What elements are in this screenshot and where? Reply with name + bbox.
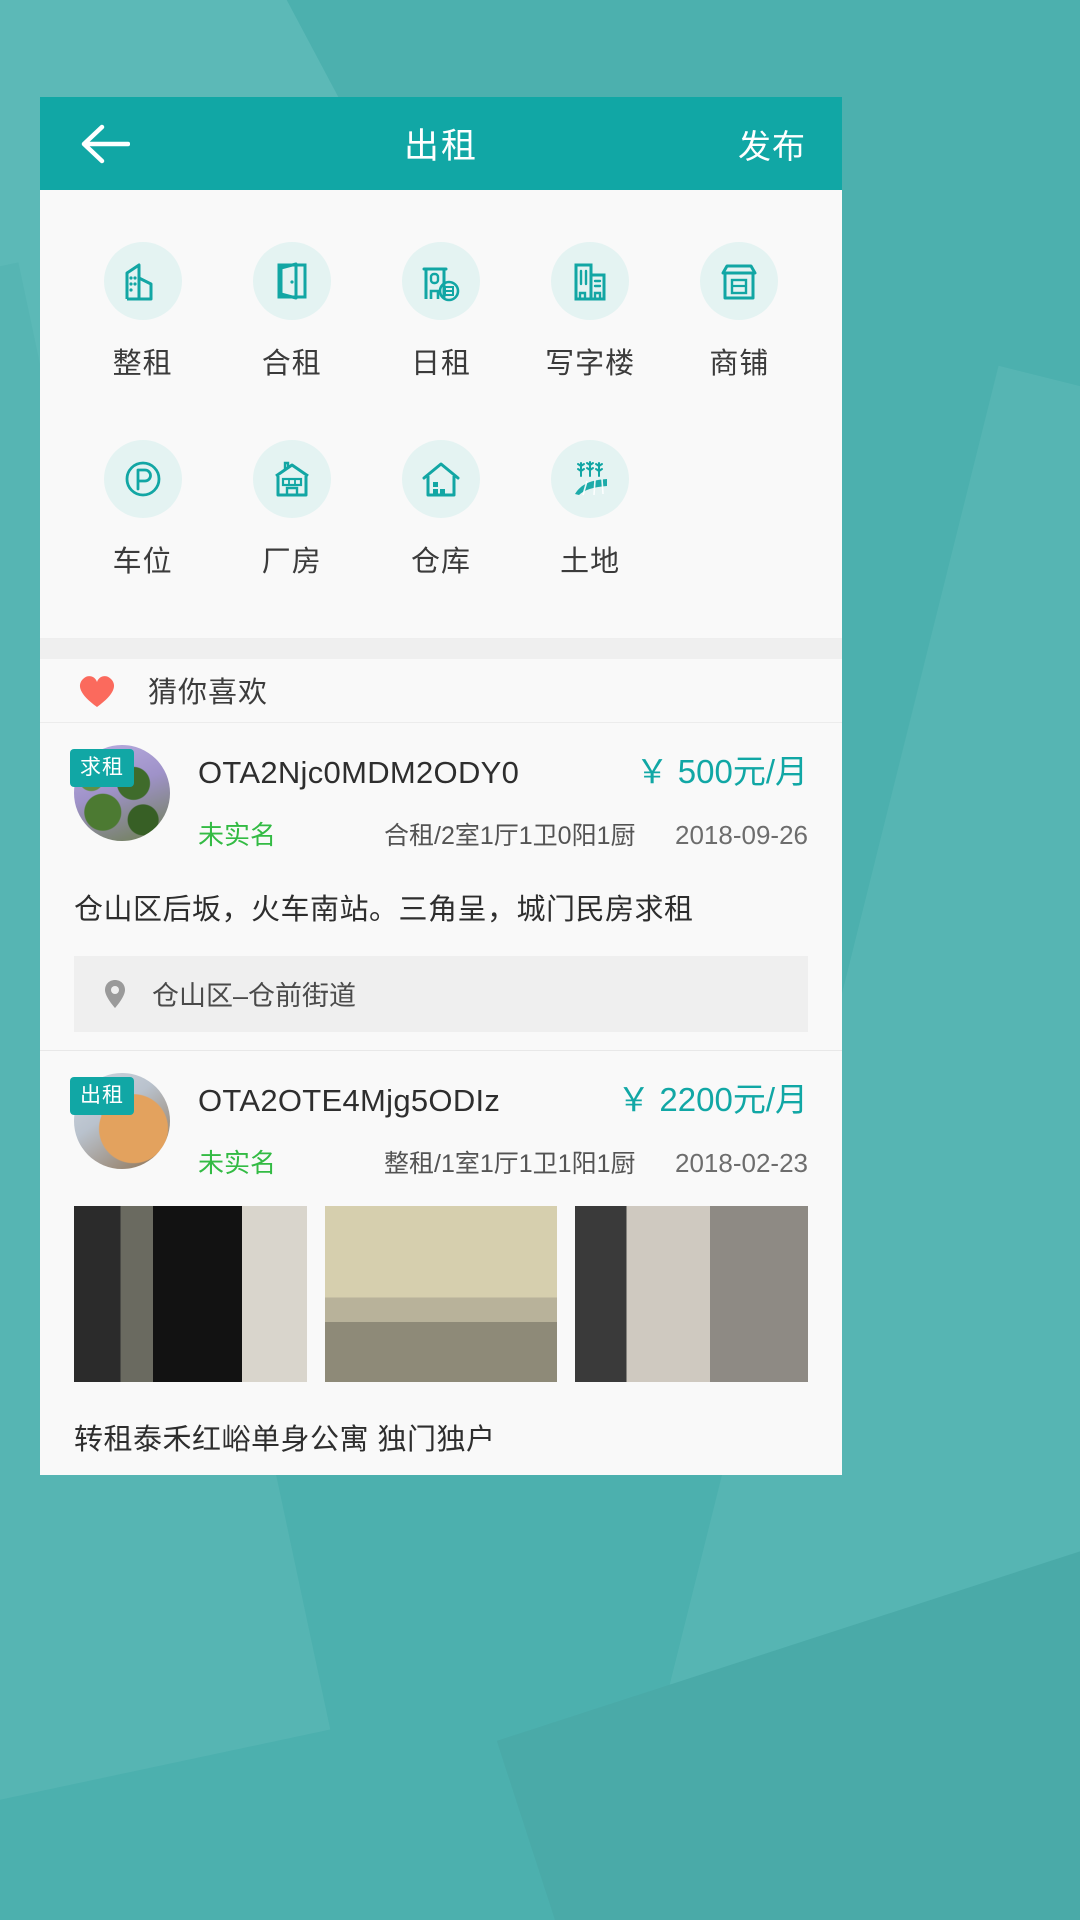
app-header: 出租 发布 bbox=[40, 97, 842, 190]
category-item-rizu[interactable]: 日租 bbox=[366, 242, 515, 382]
category-item-empty bbox=[665, 440, 814, 580]
parking-icon bbox=[103, 440, 182, 518]
listing-card[interactable]: 求租 OTA2Njc0MDM2ODY0 ￥ 500元/月 未实名 合租/2室1厅… bbox=[40, 722, 842, 1051]
listing-header: 求租 OTA2Njc0MDM2ODY0 ￥ 500元/月 未实名 合租/2室1厅… bbox=[70, 744, 808, 852]
category-label: 土地 bbox=[560, 546, 621, 578]
category-label: 车位 bbox=[112, 546, 173, 578]
category-panel: 整租 合租 日租 写字楼 商铺 车位 厂房 仓库 土地 bbox=[40, 190, 842, 639]
category-item-shangpu[interactable]: 商铺 bbox=[665, 242, 814, 382]
category-label: 整租 bbox=[112, 348, 173, 380]
listing-date: 2018-02-23 bbox=[675, 1147, 808, 1178]
listing-price: ￥ 500元/月 bbox=[635, 752, 808, 790]
listing-spec: 整租/1室1厅1卫1阳1厨 bbox=[384, 1149, 636, 1178]
shop-icon bbox=[700, 242, 779, 320]
listing-card[interactable]: 出租 OTA2OTE4Mjg5ODIz ￥ 2200元/月 未实名 整租/1室1… bbox=[40, 1050, 842, 1475]
category-item-hezu[interactable]: 合租 bbox=[217, 242, 366, 382]
thumbnail-image[interactable] bbox=[324, 1205, 558, 1382]
status-badge: 求租 bbox=[70, 748, 134, 787]
listing-description: 仓山区后坂，火车南站。三角呈，城门民房求租 bbox=[74, 893, 694, 926]
category-item-zhengzu[interactable]: 整租 bbox=[68, 242, 217, 382]
back-button[interactable] bbox=[76, 116, 132, 172]
listing-meta-row: 未实名 整租/1室1厅1卫1阳1厨 2018-02-23 bbox=[198, 1143, 808, 1180]
listing-header: 出租 OTA2OTE4Mjg5ODIz ￥ 2200元/月 未实名 整租/1室1… bbox=[70, 1072, 808, 1180]
listing-thumbnails[interactable] bbox=[74, 1205, 809, 1382]
warehouse-icon bbox=[401, 440, 480, 518]
thumbnail-image[interactable] bbox=[575, 1205, 809, 1382]
status-badge: 出租 bbox=[70, 1076, 134, 1115]
listing-title-row: OTA2Njc0MDM2ODY0 ￥ 500元/月 bbox=[198, 745, 808, 793]
buildings-icon bbox=[103, 242, 182, 320]
listing-meta-row: 未实名 合租/2室1厅1卫0阳1厨 2018-09-26 bbox=[198, 815, 808, 852]
listing-location-bar[interactable]: 仓山区–仓前街道 bbox=[74, 955, 808, 1032]
category-label: 厂房 bbox=[261, 546, 322, 578]
category-label: 日租 bbox=[410, 348, 471, 380]
farmland-icon bbox=[551, 440, 630, 518]
category-row-1: 整租 合租 日租 写字楼 商铺 bbox=[40, 242, 842, 382]
listing-price: ￥ 2200元/月 bbox=[617, 1080, 808, 1118]
listing-feed[interactable]: 求租 OTA2Njc0MDM2ODY0 ￥ 500元/月 未实名 合租/2室1厅… bbox=[40, 722, 842, 1475]
app-screen: 出租 发布 整租 合租 日租 写字楼 商铺 车位 厂房 仓库 土地 猜你喜欢 求… bbox=[40, 97, 842, 1475]
verify-status: 未实名 bbox=[198, 1147, 277, 1178]
map-pin-icon bbox=[100, 978, 130, 1010]
category-item-chewei[interactable]: 车位 bbox=[68, 440, 217, 580]
category-label: 商铺 bbox=[709, 348, 770, 380]
category-item-xiezilou[interactable]: 写字楼 bbox=[516, 242, 665, 382]
listing-info: OTA2Njc0MDM2ODY0 ￥ 500元/月 未实名 合租/2室1厅1卫0… bbox=[198, 745, 808, 852]
category-item-changfang[interactable]: 厂房 bbox=[217, 440, 366, 580]
section-divider bbox=[40, 639, 842, 659]
listing-title: OTA2OTE4Mjg5ODIz bbox=[198, 1082, 501, 1118]
listing-info: OTA2OTE4Mjg5ODIz ￥ 2200元/月 未实名 整租/1室1厅1卫… bbox=[198, 1073, 808, 1180]
listing-title: OTA2Njc0MDM2ODY0 bbox=[198, 754, 520, 790]
listing-spec: 合租/2室1厅1卫0阳1厨 bbox=[384, 821, 636, 850]
building-clock-icon bbox=[401, 242, 480, 320]
listing-date: 2018-09-26 bbox=[675, 819, 808, 850]
door-icon bbox=[252, 242, 331, 320]
verify-status: 未实名 bbox=[198, 819, 277, 850]
avatar-wrapper: 求租 bbox=[70, 744, 170, 841]
office-tower-icon bbox=[551, 242, 630, 320]
category-label: 合租 bbox=[261, 348, 322, 380]
avatar-wrapper: 出租 bbox=[70, 1072, 170, 1169]
thumbnail-image[interactable] bbox=[74, 1205, 307, 1382]
category-label: 写字楼 bbox=[545, 348, 636, 380]
category-item-cangku[interactable]: 仓库 bbox=[366, 440, 515, 580]
listing-description: 转租泰禾红峪单身公寓 独门独户 bbox=[74, 1423, 496, 1456]
recommend-title: 猜你喜欢 bbox=[148, 677, 269, 710]
page-title: 出租 bbox=[403, 127, 478, 166]
category-row-2: 车位 厂房 仓库 土地 bbox=[40, 440, 842, 580]
heart-icon bbox=[74, 669, 120, 711]
factory-icon bbox=[252, 440, 331, 518]
listing-title-row: OTA2OTE4Mjg5ODIz ￥ 2200元/月 bbox=[198, 1073, 808, 1121]
recommend-header: 猜你喜欢 bbox=[40, 659, 842, 723]
category-item-tudi[interactable]: 土地 bbox=[516, 440, 665, 580]
publish-button[interactable]: 发布 bbox=[738, 120, 806, 168]
arrow-left-icon bbox=[78, 123, 130, 165]
category-label: 仓库 bbox=[410, 546, 471, 578]
listing-location: 仓山区–仓前街道 bbox=[152, 981, 357, 1012]
